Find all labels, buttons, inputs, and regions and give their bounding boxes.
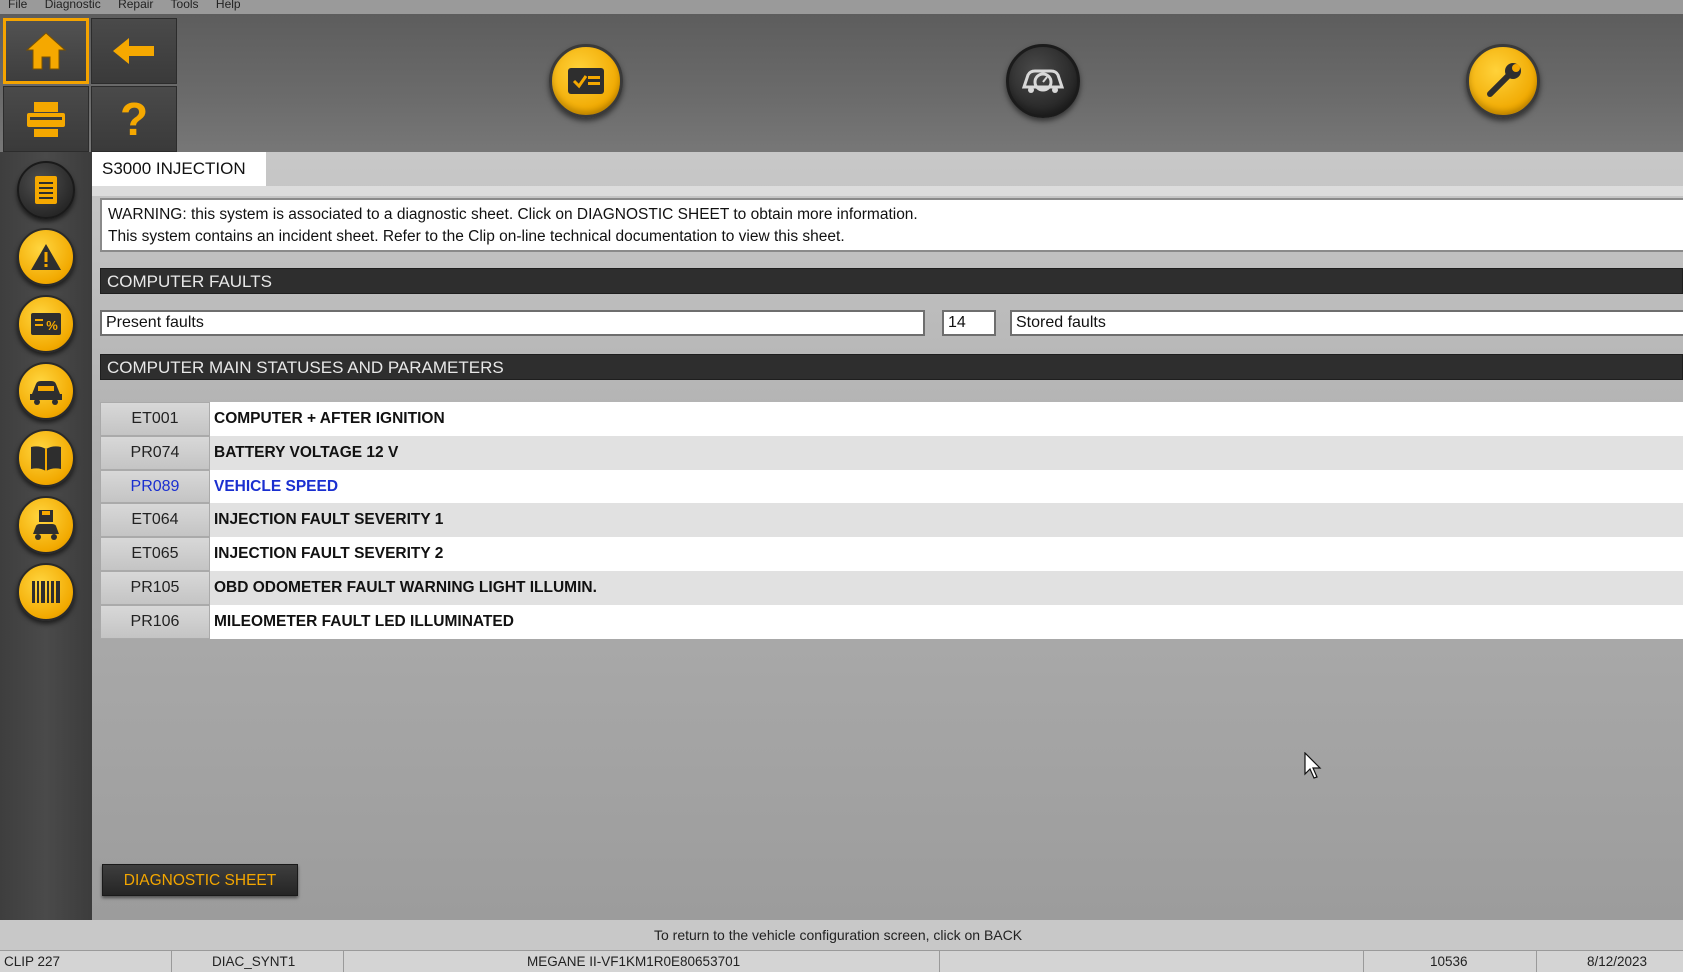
sidebar: %	[0, 152, 92, 920]
param-description: INJECTION FAULT SEVERITY 2	[210, 537, 1683, 571]
param-code: PR089	[100, 469, 210, 504]
warning-icon	[31, 244, 61, 270]
sidebar-parameters-button[interactable]: %	[17, 295, 75, 353]
menu-repair[interactable]: Repair	[118, 0, 153, 11]
back-arrow-icon	[113, 38, 154, 64]
status-vehicle: MEGANE II-VF1KM1R0E80653701	[344, 951, 940, 972]
computer-faults-header: COMPUTER FAULTS	[100, 268, 1683, 294]
vehicle-config-icon	[30, 381, 62, 405]
param-code: PR105	[100, 570, 210, 605]
diagnostic-sheet-button[interactable]: DIAGNOSTIC SHEET	[102, 864, 298, 896]
table-row[interactable]: ET065 INJECTION FAULT SEVERITY 2	[100, 537, 1683, 571]
param-code: ET001	[100, 402, 210, 436]
sidebar-vehicle-save-button[interactable]	[17, 496, 75, 554]
param-description: OBD ODOMETER FAULT WARNING LIGHT ILLUMIN…	[210, 570, 1683, 605]
wrench-icon	[1487, 63, 1521, 97]
status-empty	[940, 951, 1364, 972]
faults-count-field: 14	[942, 310, 996, 336]
parameters-icon: %	[31, 313, 61, 335]
document-list-icon	[35, 176, 57, 204]
param-code: PR074	[100, 435, 210, 470]
repair-button[interactable]	[1466, 44, 1540, 118]
vehicle-save-icon	[33, 510, 59, 540]
manual-book-icon	[31, 446, 61, 471]
svg-text:%: %	[46, 318, 58, 333]
menu-bar: File Diagnostic Repair Tools Help	[0, 0, 1683, 14]
param-description: MILEOMETER FAULT LED ILLUMINATED	[210, 604, 1683, 639]
mouse-cursor-icon	[1304, 752, 1322, 779]
table-row-selected[interactable]: PR089 VEHICLE SPEED	[100, 469, 1683, 504]
table-row[interactable]: PR105 OBD ODOMETER FAULT WARNING LIGHT I…	[100, 570, 1683, 605]
warning-message: WARNING: this system is associated to a …	[100, 198, 1683, 252]
tab-system[interactable]: S3000 INJECTION	[92, 152, 266, 186]
vehicle-gauge-icon	[1021, 69, 1065, 93]
param-code: ET065	[100, 537, 210, 571]
table-row[interactable]: PR074 BATTERY VOLTAGE 12 V	[100, 435, 1683, 470]
home-icon	[25, 32, 67, 70]
parameters-header: COMPUTER MAIN STATUSES AND PARAMETERS	[100, 354, 1683, 380]
sidebar-vehicle-config-button[interactable]	[17, 362, 75, 420]
table-row[interactable]: PR106 MILEOMETER FAULT LED ILLUMINATED	[100, 604, 1683, 639]
status-date: 8/12/2023	[1587, 954, 1648, 969]
menu-tools[interactable]: Tools	[171, 0, 199, 11]
menu-file[interactable]: File	[8, 0, 27, 11]
stored-faults-field[interactable]: Stored faults	[1010, 310, 1683, 336]
status-bar: CLIP 227 DIAC_SYNT1 MEGANE II-VF1KM1R0E8…	[0, 950, 1683, 972]
param-description: COMPUTER + AFTER IGNITION	[210, 402, 1683, 436]
present-faults-field[interactable]: Present faults	[100, 310, 925, 336]
menu-diagnostic[interactable]: Diagnostic	[45, 0, 101, 11]
diagnostic-check-icon	[568, 68, 604, 94]
sidebar-manual-button[interactable]	[17, 429, 75, 487]
vehicle-gauge-button[interactable]	[1006, 44, 1080, 118]
parameters-table: ET001 COMPUTER + AFTER IGNITION PR074 BA…	[100, 402, 1683, 639]
print-button[interactable]	[3, 86, 89, 152]
table-row[interactable]: ET064 INJECTION FAULT SEVERITY 1	[100, 503, 1683, 538]
barcode-icon	[32, 581, 60, 603]
main-panel: S3000 INJECTION WARNING: this system is …	[92, 152, 1683, 920]
help-button[interactable]: ?	[91, 86, 177, 152]
menu-help[interactable]: Help	[216, 0, 241, 11]
table-row[interactable]: ET001 COMPUTER + AFTER IGNITION	[100, 402, 1683, 436]
status-clip: CLIP 227	[0, 951, 172, 972]
sidebar-document-button[interactable]	[17, 161, 75, 219]
param-description: BATTERY VOLTAGE 12 V	[210, 435, 1683, 470]
param-description: VEHICLE SPEED	[210, 469, 1683, 504]
help-icon: ?	[120, 95, 148, 143]
home-button[interactable]	[3, 18, 89, 84]
tab-underline	[92, 186, 1683, 196]
warning-line-1: WARNING: this system is associated to a …	[108, 206, 918, 223]
toolbar: ?	[0, 14, 1683, 152]
printer-icon	[27, 102, 65, 137]
sidebar-faults-button[interactable]	[17, 228, 75, 286]
diagnostic-check-button[interactable]	[549, 44, 623, 118]
message-bar: To return to the vehicle configuration s…	[0, 920, 1683, 950]
param-code: ET064	[100, 503, 210, 538]
param-description: INJECTION FAULT SEVERITY 1	[210, 503, 1683, 538]
param-code: PR106	[100, 604, 210, 639]
svg-text:?: ?	[120, 95, 148, 143]
status-module: DIAC_SYNT1	[172, 951, 344, 972]
back-button[interactable]	[91, 18, 177, 84]
sidebar-barcode-button[interactable]	[17, 563, 75, 621]
message-text: To return to the vehicle configuration s…	[654, 927, 1023, 943]
status-code: 10536	[1364, 951, 1537, 972]
warning-line-2: This system contains an incident sheet. …	[108, 228, 845, 245]
